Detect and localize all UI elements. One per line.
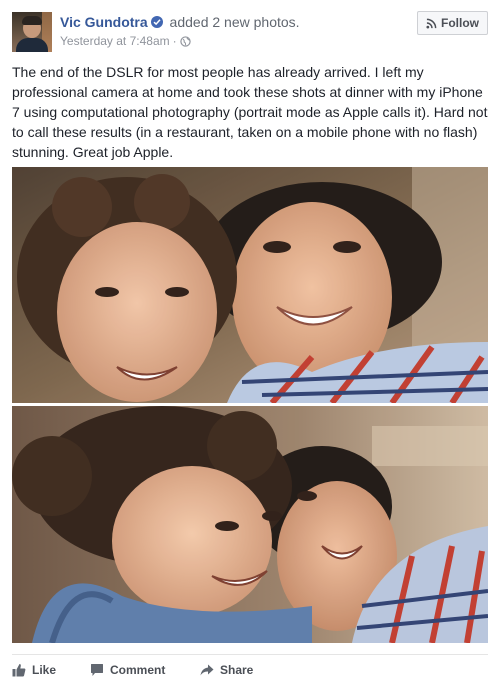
post-photo-2[interactable] bbox=[12, 406, 488, 643]
post-timestamp[interactable]: Yesterday at 7:48am bbox=[60, 34, 170, 48]
share-arrow-icon bbox=[200, 660, 214, 686]
thumbs-up-icon bbox=[12, 660, 26, 686]
author-avatar[interactable] bbox=[12, 12, 52, 52]
photo-2-image bbox=[12, 406, 488, 643]
meta-separator: · bbox=[172, 34, 177, 48]
author-name-link[interactable]: Vic Gundotra bbox=[60, 14, 148, 30]
photo-1-image bbox=[12, 167, 488, 403]
verified-badge-icon bbox=[150, 16, 163, 28]
post-meta: Yesterday at 7:48am · bbox=[60, 33, 191, 51]
globe-icon[interactable] bbox=[179, 35, 191, 51]
facebook-post: Vic Gundotra added 2 new photos. Yesterd… bbox=[0, 0, 500, 687]
follow-label: Follow bbox=[441, 16, 479, 30]
share-button[interactable]: Share bbox=[200, 657, 253, 683]
post-author-line: Vic Gundotra added 2 new photos. bbox=[60, 13, 300, 31]
actions-divider bbox=[12, 654, 488, 655]
avatar-shirt bbox=[16, 38, 48, 52]
rss-icon bbox=[426, 14, 437, 36]
like-label: Like bbox=[32, 663, 57, 677]
post-text: The end of the DSLR for most people has … bbox=[12, 64, 488, 160]
post-action-text: added 2 new photos. bbox=[169, 14, 300, 30]
comment-button[interactable]: Comment bbox=[90, 657, 165, 683]
avatar-hair bbox=[22, 16, 42, 25]
follow-button[interactable]: Follow bbox=[417, 11, 488, 35]
comment-label: Comment bbox=[110, 663, 166, 677]
share-label: Share bbox=[220, 663, 254, 677]
like-button[interactable]: Like bbox=[12, 657, 56, 683]
comment-bubble-icon bbox=[90, 660, 104, 686]
post-photo-1[interactable] bbox=[12, 167, 488, 403]
